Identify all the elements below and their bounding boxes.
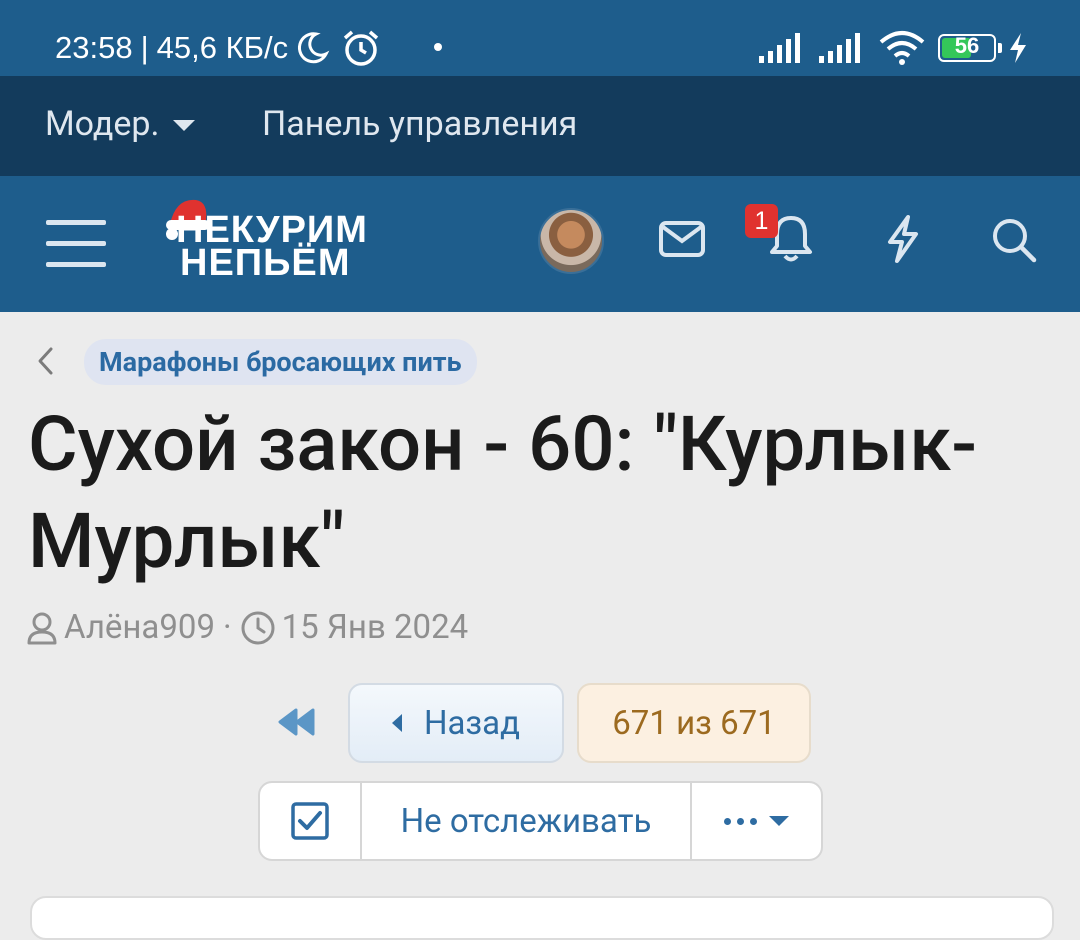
signal-icon	[759, 33, 800, 63]
unwatch-button[interactable]: Не отслеживать	[362, 783, 692, 859]
breadcrumb-forum[interactable]: Марафоны бросающих пить	[84, 339, 477, 385]
prev-page-button[interactable]: Назад	[348, 683, 564, 763]
page-navigation: Назад 671 из 671	[0, 683, 1080, 763]
hamburger-icon[interactable]	[46, 220, 106, 268]
battery-percent: 56	[954, 33, 980, 58]
signal-icon	[819, 33, 860, 63]
chevron-left-icon[interactable]	[34, 344, 58, 378]
lightning-icon[interactable]	[884, 214, 922, 264]
user-avatar[interactable]	[538, 208, 604, 274]
checkbox-icon	[291, 802, 329, 840]
more-actions-button[interactable]	[692, 783, 821, 859]
search-icon[interactable]	[990, 216, 1038, 264]
moderator-bar: Модер. Панель управления	[0, 76, 1080, 176]
moderator-label: Модер.	[45, 104, 160, 144]
status-separator: |	[140, 30, 149, 65]
thread-author[interactable]: Алёна909	[64, 608, 215, 647]
status-right: 56	[758, 28, 1028, 68]
post-card	[30, 896, 1054, 940]
wifi-icon	[879, 31, 925, 65]
control-panel-label: Панель управления	[262, 104, 578, 144]
notification-dot	[434, 43, 442, 51]
logo-line-2: НЕПЬЁМ	[180, 242, 351, 284]
page-indicator[interactable]: 671 из 671	[577, 683, 811, 763]
battery-indicator: 56	[938, 33, 1002, 62]
thread-date[interactable]: 15 Янв 2024	[282, 608, 469, 647]
watch-toggle[interactable]	[260, 783, 362, 859]
user-icon	[27, 612, 57, 644]
site-header: НЕКУРИМ НЕПЬЁМ 1	[0, 176, 1080, 312]
site-logo[interactable]: НЕКУРИМ НЕПЬЁМ	[162, 194, 412, 290]
more-icon	[724, 817, 757, 825]
clock-icon	[241, 611, 275, 644]
lightning-icon	[1010, 33, 1026, 63]
chevron-down-icon	[173, 119, 196, 131]
prev-page-label: Назад	[423, 703, 521, 743]
status-bar: 23:58 | 45,6 КБ/с 56	[0, 0, 1080, 76]
thread-meta: Алёна909 · 15 Янв 2024	[26, 608, 468, 647]
caret-left-icon	[391, 714, 402, 732]
chevron-down-icon	[769, 816, 789, 826]
moderator-menu[interactable]: Модер.	[45, 104, 196, 144]
thread-actions: Не отслеживать	[258, 781, 823, 861]
logo-text: НЕКУРИМ НЕПЬЁМ	[176, 211, 368, 284]
thread-title: Сухой закон - 60: "Курлык-Мурлык"	[28, 399, 978, 586]
status-time: 23:58	[55, 30, 133, 65]
control-panel-link[interactable]: Панель управления	[262, 104, 577, 144]
notification-badge: 1	[745, 204, 778, 238]
alarm-icon	[343, 30, 379, 66]
moon-icon	[298, 32, 330, 64]
status-left: 23:58 | 45,6 КБ/с	[55, 26, 382, 70]
meta-separator: ·	[223, 608, 232, 647]
mail-icon[interactable]	[658, 220, 706, 258]
double-chevron-left-icon[interactable]	[276, 705, 318, 739]
network-speed: 45,6 КБ/с	[156, 30, 289, 65]
